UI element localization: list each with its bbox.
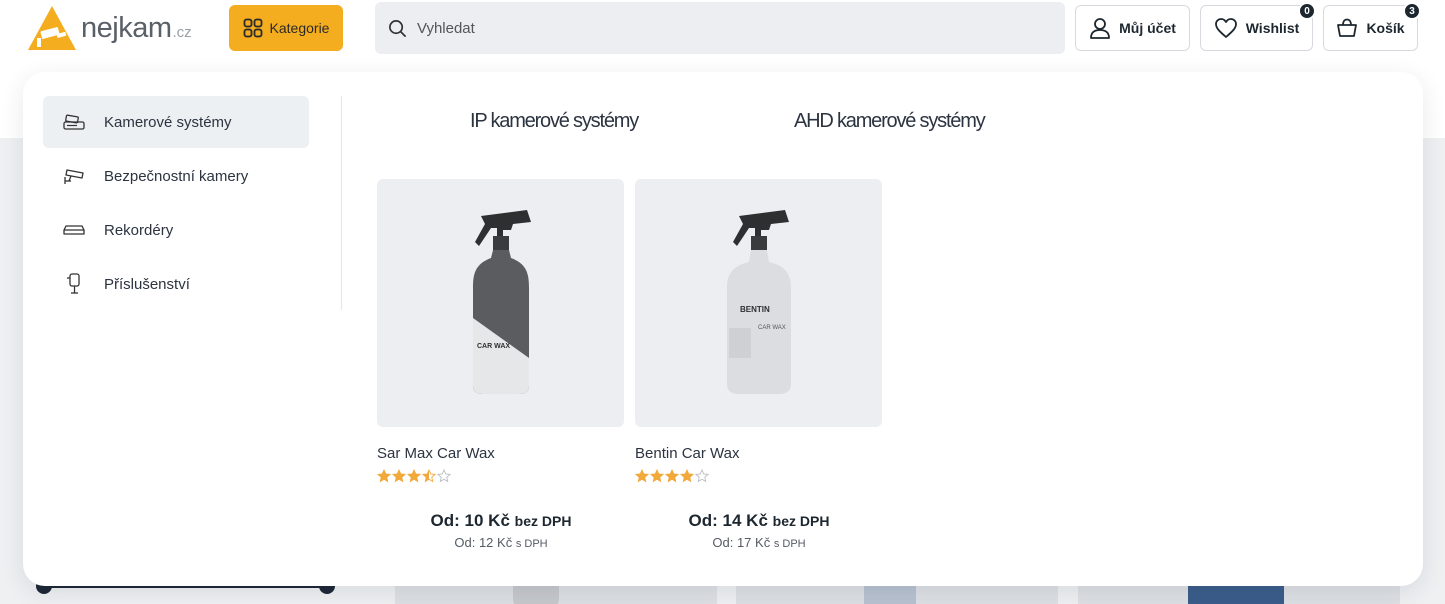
logo-tld: .cz xyxy=(172,23,192,41)
product-name[interactable]: Sar Max Car Wax xyxy=(377,445,625,462)
product-price-vat: Od: 12 Kč s DPH xyxy=(377,535,625,550)
spray-bottle-image: CAR WAX xyxy=(472,210,531,394)
account-label: Můj účet xyxy=(1119,20,1176,36)
background-product-card xyxy=(1078,586,1400,604)
background-product-card xyxy=(395,586,717,604)
product-rating xyxy=(377,469,625,483)
subcategory-link-ahd[interactable]: AHD kamerové systémy xyxy=(794,110,986,133)
wishlist-count-badge: 0 xyxy=(1298,2,1316,20)
category-label: Bezpečnostní kamery xyxy=(104,167,249,185)
logo-camera-icon xyxy=(28,6,76,50)
recorder-icon xyxy=(63,219,85,241)
product-rating xyxy=(635,469,883,483)
cart-button[interactable]: Košík 3 xyxy=(1323,2,1421,51)
basket-icon xyxy=(1337,18,1358,37)
price-unit: bez DPH xyxy=(772,513,830,529)
category-label: Rekordéry xyxy=(104,221,174,239)
category-label: Příslušenství xyxy=(104,275,190,293)
price-value: Od: 14 Kč xyxy=(688,511,768,530)
spray-bottle-image: BENTIN CAR WAX xyxy=(726,210,791,394)
star-icon xyxy=(650,469,664,483)
bottle-sublabel: CAR WAX xyxy=(758,325,786,331)
cart-label: Košík xyxy=(1366,20,1405,36)
price-vat-unit: s DPH xyxy=(515,538,548,550)
price-vat-unit: s DPH xyxy=(773,538,806,550)
site-logo[interactable]: nejkam .cz xyxy=(27,5,192,51)
security-camera-icon xyxy=(63,165,85,187)
price-vat-value: Od: 17 Kč xyxy=(712,535,771,550)
bottle-label: BENTIN xyxy=(740,305,770,314)
wishlist-button[interactable]: Wishlist 0 xyxy=(1200,2,1316,51)
star-icon xyxy=(665,469,679,483)
star-icon xyxy=(437,469,451,483)
product-name[interactable]: Bentin Car Wax xyxy=(635,445,883,462)
categories-button[interactable]: Kategorie xyxy=(229,5,343,51)
star-icon xyxy=(422,469,436,483)
menu-divider xyxy=(341,96,342,310)
grid-icon xyxy=(243,18,262,38)
price-unit: bez DPH xyxy=(514,513,572,529)
category-dropdown: Kamerové systémy Bezpečnostní kamery Rek… xyxy=(23,72,1423,586)
price-value: Od: 10 Kč xyxy=(430,511,510,530)
accessory-icon xyxy=(63,273,85,295)
cart-count-badge: 3 xyxy=(1403,2,1421,20)
search-bar xyxy=(375,2,1065,54)
account-button[interactable]: Můj účet xyxy=(1075,5,1190,51)
product-image[interactable]: BENTIN CAR WAX xyxy=(635,179,882,427)
star-icon xyxy=(377,469,391,483)
category-label: Kamerové systémy xyxy=(104,113,232,131)
category-item-rekordery[interactable]: Rekordéry xyxy=(43,204,309,256)
product-image[interactable]: CAR WAX xyxy=(377,179,624,427)
star-icon xyxy=(407,469,421,483)
star-icon xyxy=(635,469,649,483)
search-input[interactable] xyxy=(417,19,1017,37)
category-item-prislusenstvi[interactable]: Příslušenství xyxy=(43,258,309,310)
bottle-label: CAR WAX xyxy=(477,343,510,350)
subcategory-link-ip[interactable]: IP kamerové systémy xyxy=(470,110,639,133)
camera-system-icon xyxy=(63,111,85,133)
category-item-bezpecnostni-kamery[interactable]: Bezpečnostní kamery xyxy=(43,150,309,202)
product-card[interactable]: CAR WAX Sar Max Car Wax Od: 10 Kč bez DP… xyxy=(377,179,625,550)
heart-icon xyxy=(1214,18,1237,38)
search-icon[interactable] xyxy=(388,19,407,38)
product-card[interactable]: BENTIN CAR WAX Bentin Car Wax Od: 14 Kč … xyxy=(635,179,883,550)
categories-button-label: Kategorie xyxy=(269,20,330,36)
star-icon xyxy=(392,469,406,483)
star-icon xyxy=(695,469,709,483)
product-price-vat: Od: 17 Kč s DPH xyxy=(635,535,883,550)
product-price: Od: 10 Kč bez DPH xyxy=(377,511,625,531)
category-item-kamerove-systemy[interactable]: Kamerové systémy xyxy=(43,96,309,148)
user-icon xyxy=(1090,18,1111,39)
star-icon xyxy=(680,469,694,483)
price-vat-value: Od: 12 Kč xyxy=(454,535,513,550)
background-product-card xyxy=(736,586,1058,604)
category-list: Kamerové systémy Bezpečnostní kamery Rek… xyxy=(43,96,309,312)
wishlist-label: Wishlist xyxy=(1245,20,1300,36)
logo-text: nejkam xyxy=(81,11,172,44)
product-price: Od: 14 Kč bez DPH xyxy=(635,511,883,531)
